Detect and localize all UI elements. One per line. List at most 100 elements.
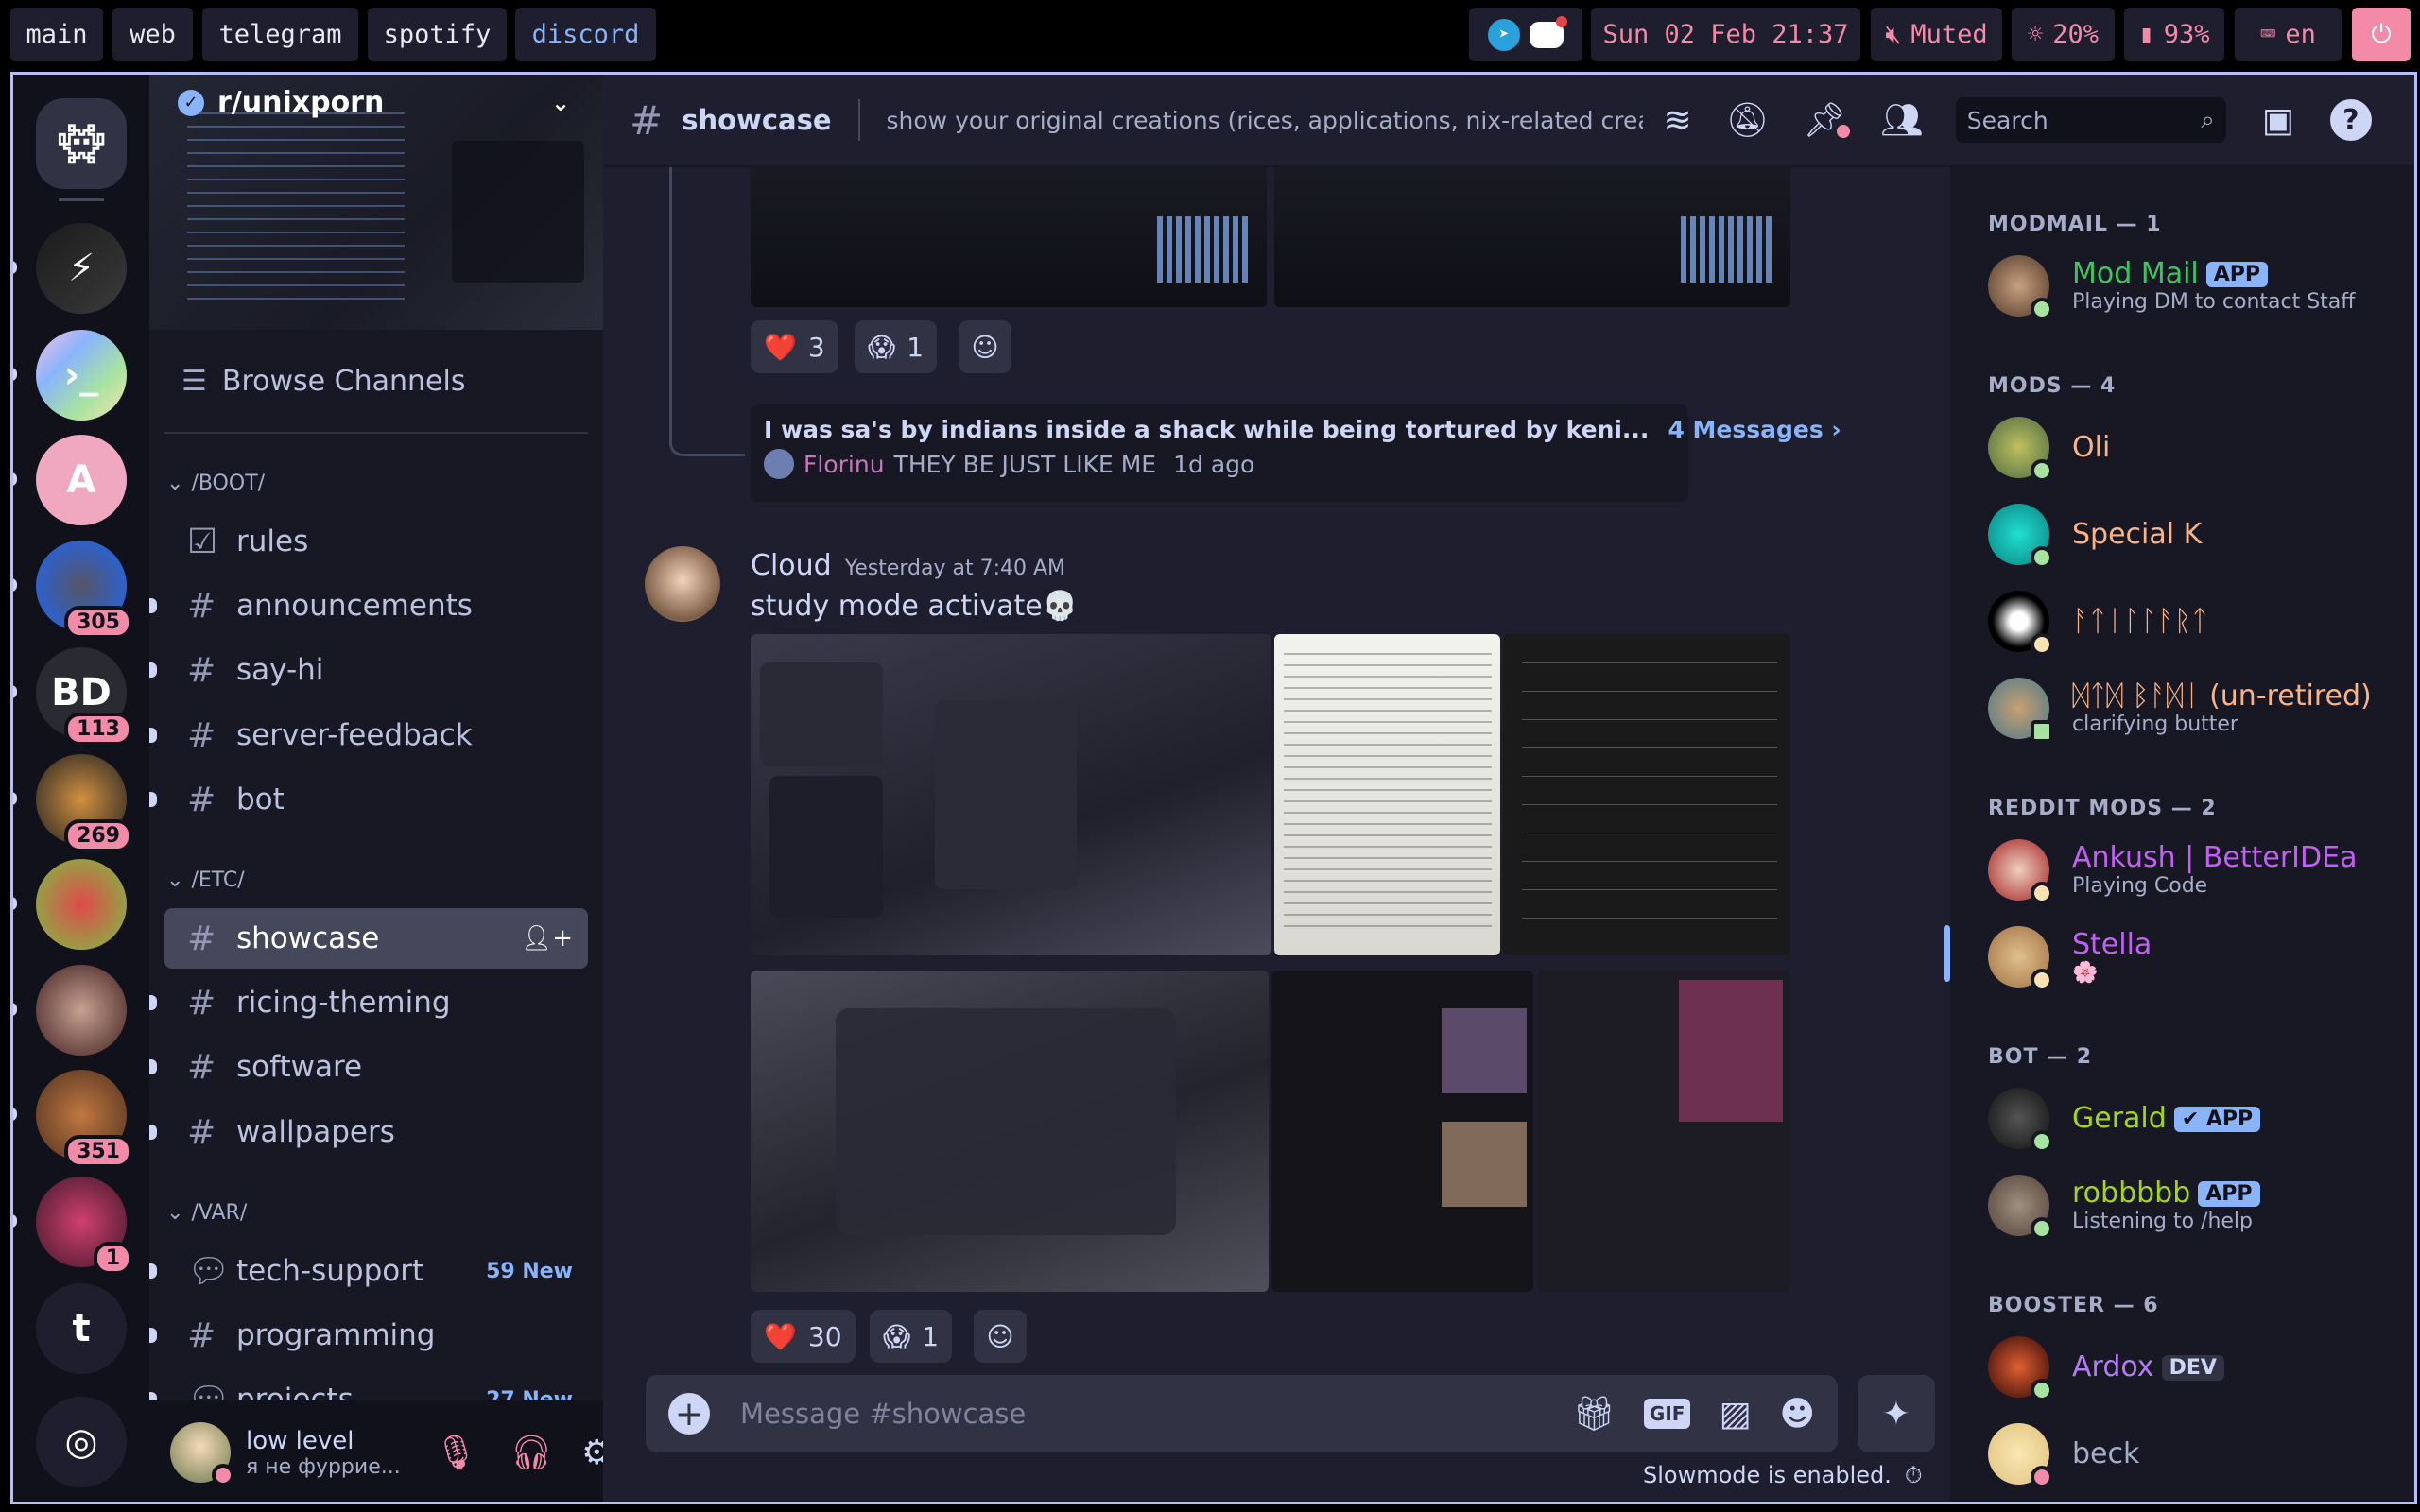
category-header[interactable]: ⌄ /ETC/ <box>166 868 245 892</box>
channel-ricing-theming[interactable]: # ricing-theming <box>149 972 588 1033</box>
workspace-web[interactable]: web <box>112 8 193 61</box>
volume-indicator[interactable]: 🔇︎ Muted <box>1871 8 2002 61</box>
member-item[interactable]: Stella 🌸 <box>1988 913 2414 1000</box>
add-member-icon[interactable]: 👤︎+ <box>521 924 573 953</box>
keyboard-layout[interactable]: ⌨ en <box>2235 8 2342 61</box>
attachment-image[interactable] <box>1503 634 1790 955</box>
channel-tech-support[interactable]: 💬︎ tech-support 59 New <box>149 1241 588 1301</box>
channel-wallpapers[interactable]: # wallpapers <box>149 1102 588 1162</box>
telegram-tray-icon[interactable]: ➤ <box>1488 18 1520 51</box>
user-info[interactable]: low level я не фуррие... <box>246 1427 401 1479</box>
workspace-spotify[interactable]: spotify <box>368 8 507 61</box>
member-item[interactable]: Ardox DEV <box>1988 1323 2414 1410</box>
server-header[interactable]: ✓ r/unixporn ⌄ <box>178 86 570 119</box>
member-list-icon[interactable]: 👥︎ <box>1880 100 1924 140</box>
attachment-image[interactable] <box>751 971 1269 1292</box>
reaction-shocked[interactable]: 😱 1 <box>870 1310 953 1363</box>
battery-label: 93% <box>2163 20 2210 49</box>
server-icon[interactable]: 305 <box>36 541 132 639</box>
reaction-heart[interactable]: ❤️ 30 <box>751 1310 856 1363</box>
channel-rules[interactable]: ☑ rules <box>164 511 588 572</box>
channel-topic[interactable]: show your original creations (rices, app… <box>887 107 1643 134</box>
attachment-image[interactable] <box>751 634 1271 955</box>
threads-icon[interactable]: ≋ <box>1664 101 1692 140</box>
add-attachment-icon[interactable]: + <box>668 1393 710 1435</box>
browse-channels[interactable]: ☰ Browse Channels <box>182 358 465 404</box>
channel-software[interactable]: # software <box>149 1037 588 1097</box>
server-icon[interactable]: 269 <box>36 754 132 852</box>
category-name: /BOOT/ <box>191 472 266 495</box>
channel-bot[interactable]: # bot <box>149 769 588 830</box>
attachment-image[interactable] <box>1274 634 1500 955</box>
member-item[interactable]: ᛞᛏᛞ ᛒᚨᛞᛁ (un-retired) clarifying butter <box>1988 664 2414 751</box>
search-input[interactable]: Search ⌕ <box>1955 97 2226 143</box>
sticker-icon[interactable]: ▨ <box>1719 1395 1751 1434</box>
user-avatar[interactable] <box>170 1422 234 1486</box>
category-header[interactable]: ⌄ /VAR/ <box>166 1201 247 1225</box>
attachment-image[interactable] <box>1537 971 1790 1292</box>
power-button[interactable]: ⏻ <box>2352 8 2411 61</box>
server-icon[interactable]: ›_ <box>36 330 127 421</box>
emoji-icon[interactable]: ☻ <box>1779 1395 1815 1434</box>
channel-programming[interactable]: # programming <box>149 1305 588 1366</box>
server-icon[interactable]: 351 <box>36 1070 132 1168</box>
server-icon[interactable] <box>36 859 127 950</box>
cloud-avatar[interactable] <box>645 546 720 622</box>
reaction-shocked[interactable]: 😱 1 <box>855 320 938 373</box>
server-icon[interactable]: t <box>36 1283 127 1374</box>
category-header[interactable]: ⌄ /BOOT/ <box>166 472 265 495</box>
member-item[interactable]: Oli <box>1988 404 2414 490</box>
reaction-count: 30 <box>807 1320 842 1352</box>
gift-icon[interactable]: 🎁︎ <box>1572 1394 1616 1434</box>
member-item[interactable]: beck <box>1988 1410 2414 1497</box>
member-name: Ardox <box>2072 1349 2154 1383</box>
scrollbar-thumb[interactable] <box>1944 925 1950 982</box>
apps-button[interactable]: ✦ <box>1858 1375 1935 1452</box>
add-reaction-button[interactable]: ☺ <box>974 1310 1027 1363</box>
server-icon[interactable]: ◎ <box>36 1397 127 1487</box>
channel-server-feedback[interactable]: # server-feedback <box>149 705 588 765</box>
workspace-main[interactable]: main <box>10 8 103 61</box>
add-reaction-button[interactable]: ☺ <box>959 320 1011 373</box>
member-item[interactable]: ᚨᛏᛁᛚᛚᚨᚱᛏ <box>1988 577 2414 664</box>
search-placeholder: Search <box>1966 106 2048 134</box>
member-avatar <box>1988 590 2053 656</box>
message-input[interactable]: Message #showcase <box>740 1398 1572 1430</box>
member-item[interactable]: Gerald ✔ APP <box>1988 1074 2414 1161</box>
server-icon[interactable]: BD 113 <box>36 647 132 746</box>
member-avatar <box>1988 925 2053 991</box>
server-icon[interactable]: ⚡ <box>36 223 127 314</box>
server-icon[interactable]: 1 <box>36 1177 132 1275</box>
member-group-header: BOT — 2 <box>1988 1045 2414 1069</box>
thread-preview[interactable]: I was sa's by indians inside a shack whi… <box>751 404 1841 502</box>
channel-showcase[interactable]: # showcase 👤︎+ <box>164 908 588 969</box>
thread-message-count[interactable]: 4 Messages › <box>1668 416 1841 443</box>
brightness-label: 20% <box>2052 20 2100 49</box>
notifications-muted-icon[interactable]: 🔕︎ <box>1726 100 1770 140</box>
member-item[interactable]: Special K <box>1988 490 2414 577</box>
mic-muted-icon[interactable]: 🎙︎ <box>435 1433 478 1472</box>
message-author[interactable]: Cloud <box>751 549 832 582</box>
channel-announcements[interactable]: # announcements <box>149 576 588 636</box>
discord-tray-icon[interactable] <box>1530 15 1567 48</box>
member-item[interactable]: robbbbb APP Listening to /help <box>1988 1161 2414 1248</box>
clock[interactable]: Sun 02 Feb 21:37 <box>1591 8 1860 61</box>
help-icon[interactable]: ? <box>2329 99 2372 141</box>
server-icon[interactable]: A <box>36 435 127 525</box>
brightness-indicator[interactable]: ☼ 20% <box>2012 8 2115 61</box>
gif-icon[interactable]: GIF <box>1643 1399 1691 1429</box>
member-item[interactable]: Ankush | BetterIDEa Playing Code <box>1988 826 2414 913</box>
member-group-header: MODMAIL — 1 <box>1988 213 2414 236</box>
inbox-icon[interactable]: ▣ <box>2262 101 2294 140</box>
member-name-row: Stella <box>2072 928 2152 961</box>
reaction-heart[interactable]: ❤️ 3 <box>751 320 838 373</box>
server-icon[interactable] <box>36 965 127 1056</box>
workspace-discord[interactable]: discord <box>515 8 656 61</box>
server-icon[interactable]: 👾︎ <box>36 98 127 189</box>
member-item[interactable]: Mod Mail APP Playing DM to contact Staff <box>1988 242 2414 329</box>
attachment-image[interactable] <box>1271 971 1533 1292</box>
pinned-messages-icon[interactable]: 📌︎ <box>1803 100 1851 140</box>
workspace-telegram[interactable]: telegram <box>202 8 358 61</box>
channel-say-hi[interactable]: # say-hi <box>149 640 588 700</box>
headphones-deafened-icon[interactable]: 🎧︎ <box>510 1433 553 1472</box>
